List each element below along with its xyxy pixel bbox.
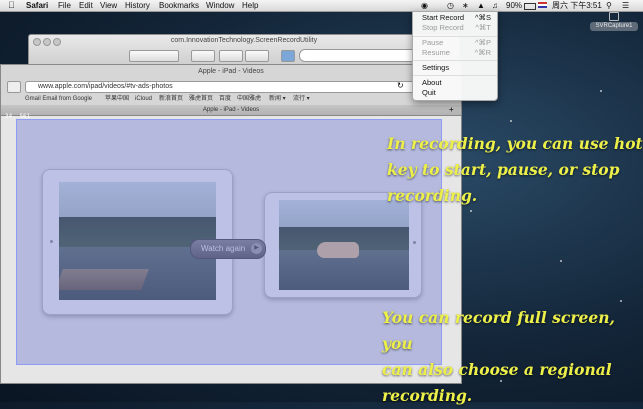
menu-window[interactable]: Window <box>206 0 234 11</box>
menu-app-name[interactable]: Safari <box>26 0 48 11</box>
safari-window-title: Apple - iPad - Videos <box>198 68 264 75</box>
reload-icon[interactable]: ↻ <box>397 81 404 90</box>
menu-separator <box>413 60 497 61</box>
menu-item-resume[interactable]: Resume ^⌘R <box>422 48 491 58</box>
action-gear-button[interactable] <box>191 50 215 62</box>
menu-bookmarks[interactable]: Bookmarks <box>159 0 199 11</box>
menu-file[interactable]: File <box>58 0 71 11</box>
caption-line: In recording, you can use hot <box>387 134 643 153</box>
arrange-button[interactable] <box>219 50 243 62</box>
battery-text[interactable]: 90% <box>506 0 522 11</box>
tab-bar: Apple - iPad - Videos <box>1 105 461 116</box>
view-mode-segmented[interactable] <box>129 50 179 62</box>
app-back-window: com.InnovationTechnology.ScreenRecordUti… <box>28 34 460 66</box>
menu-edit[interactable]: Edit <box>79 0 93 11</box>
menu-item-pause[interactable]: Pause ^⌘P <box>422 38 491 48</box>
capture-window-icon <box>609 12 619 21</box>
spotlight-icon[interactable]: ⚲ <box>606 0 612 11</box>
new-tab-icon[interactable]: + <box>449 105 454 114</box>
caption-line: key to start, pause, or stop <box>387 160 620 179</box>
address-bar[interactable]: www.apple.com/ipad/videos/#tv-ads-photos <box>25 81 417 93</box>
clock-text[interactable]: 周六 下午3:51 <box>552 0 602 11</box>
bookmark-item[interactable]: 流行 ▾ <box>293 94 310 104</box>
tab-title[interactable]: Apple - iPad - Videos <box>203 107 259 113</box>
caption-line: You can record full screen, you <box>382 308 615 353</box>
menu-item-settings[interactable]: Settings <box>422 63 491 73</box>
menu-view[interactable]: View <box>100 0 117 11</box>
record-status-icon[interactable]: ◉ <box>421 0 428 11</box>
menu-history[interactable]: History <box>125 0 150 11</box>
share-button[interactable] <box>245 50 269 62</box>
menu-help[interactable]: Help <box>242 0 258 11</box>
menu-separator <box>413 75 497 76</box>
bookmark-item[interactable]: 中国雅虎 <box>237 94 261 104</box>
battery-icon[interactable] <box>524 3 536 10</box>
apple-icon[interactable]:  <box>8 0 15 11</box>
caption-line: can also choose a regional <box>382 360 612 379</box>
flag-icon[interactable] <box>538 2 547 8</box>
bookmarks-bar: Gmail Email from Google 苹果中国 iCloud 新浪首页… <box>1 94 461 104</box>
capture-badge: SVRCapture1 <box>590 22 638 31</box>
bookmark-item[interactable]: 苹果中国 <box>105 94 129 104</box>
menu-item-about[interactable]: About <box>422 78 491 88</box>
menu-separator <box>413 36 497 37</box>
bookmark-item[interactable]: 新闻 ▾ <box>269 94 286 104</box>
menu-bar:  Safari File Edit View History Bookmark… <box>0 0 643 12</box>
caption-hotkey: In recording, you can use hot key to sta… <box>387 131 643 209</box>
coordinate-readout: 34, 561 <box>5 113 31 120</box>
notification-icon[interactable]: ☰ <box>622 0 629 11</box>
recording-region[interactable] <box>16 119 442 365</box>
record-status-menu: Start Record ^⌘S Stop Record ^⌘T Pause ^⌘P … <box>412 11 498 101</box>
clock-icon[interactable]: ◷ <box>447 0 454 11</box>
bookmark-item[interactable]: 新浪首页 <box>159 94 183 104</box>
caption-region: You can record full screen, you can also… <box>382 305 643 409</box>
share-icon[interactable] <box>7 81 21 93</box>
caption-line: recording. <box>387 186 478 205</box>
bookmark-item[interactable]: 雅虎首页 <box>189 94 213 104</box>
caption-line: recording. <box>382 386 473 405</box>
url-text: www.apple.com/ipad/videos/#tv-ads-photos <box>38 83 173 90</box>
menu-item-start-record[interactable]: Start Record ^⌘S <box>422 13 491 23</box>
bookmark-item[interactable]: Gmail Email from Google <box>25 94 92 104</box>
volume-icon[interactable]: ♫ <box>492 0 498 11</box>
menu-item-quit[interactable]: Quit <box>422 88 491 98</box>
back-window-title: com.InnovationTechnology.ScreenRecordUti… <box>170 37 318 44</box>
bookmark-item[interactable]: iCloud <box>135 94 152 104</box>
wifi-icon[interactable]: ▲ <box>477 0 485 11</box>
folder-icon[interactable] <box>281 50 295 62</box>
bluetooth-icon[interactable]: ∗ <box>462 0 469 11</box>
menu-item-stop-record[interactable]: Stop Record ^⌘T <box>422 23 491 33</box>
bookmark-item[interactable]: 百度 <box>219 94 231 104</box>
